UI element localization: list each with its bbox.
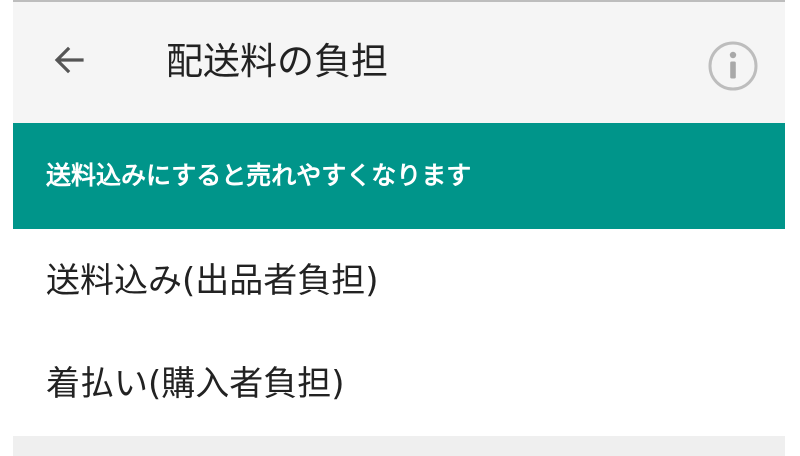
arrow-left-icon xyxy=(54,46,84,74)
back-button[interactable] xyxy=(41,32,97,88)
app-bar: 配送料の負担 xyxy=(13,2,785,123)
bottom-divider xyxy=(13,436,785,456)
shipping-option-seller-pays[interactable]: 送料込み(出品者負担) xyxy=(13,229,785,333)
option-label: 着払い(購入者負担) xyxy=(46,364,345,404)
promo-banner: 送料込みにすると売れやすくなります xyxy=(13,123,785,229)
option-label: 送料込み(出品者負担) xyxy=(46,261,379,301)
info-button[interactable] xyxy=(703,36,763,96)
shipping-option-buyer-pays[interactable]: 着払い(購入者負担) xyxy=(13,332,785,436)
banner-text: 送料込みにすると売れやすくなります xyxy=(46,161,472,190)
page-title: 配送料の負担 xyxy=(166,40,388,83)
screen: 配送料の負担 送料込みにすると売れやすくなります 送料込み(出品者負担) 着払い… xyxy=(13,0,785,456)
info-circle-icon xyxy=(708,41,758,91)
